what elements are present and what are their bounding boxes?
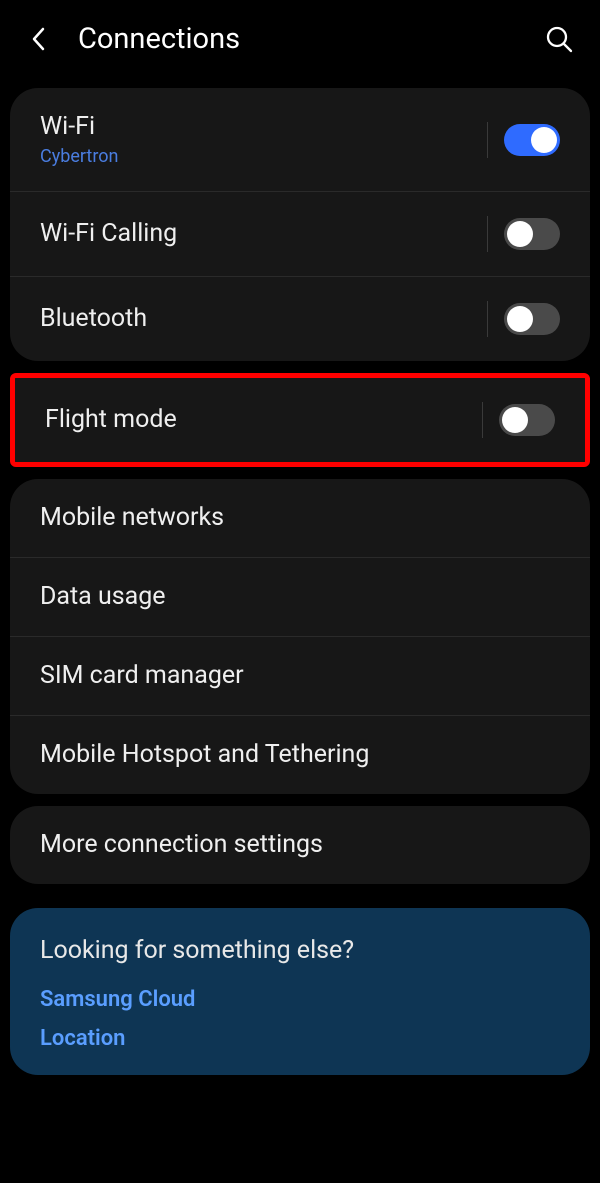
- mobile-networks-row[interactable]: Mobile networks: [10, 479, 590, 557]
- chevron-left-icon: [31, 27, 45, 51]
- flight-mode-highlight: Flight mode: [10, 373, 590, 467]
- divider: [487, 122, 488, 158]
- bluetooth-label: Bluetooth: [40, 304, 487, 334]
- data-usage-row[interactable]: Data usage: [10, 557, 590, 636]
- search-icon: [546, 26, 573, 53]
- wifi-network-name: Cybertron: [40, 146, 487, 167]
- flight-mode-toggle[interactable]: [499, 404, 555, 436]
- tip-link-samsung-cloud[interactable]: Samsung Cloud: [40, 987, 560, 1012]
- sim-card-manager-row[interactable]: SIM card manager: [10, 636, 590, 715]
- tip-title: Looking for something else?: [40, 936, 560, 965]
- wifi-calling-row[interactable]: Wi-Fi Calling: [10, 191, 590, 276]
- bluetooth-row[interactable]: Bluetooth: [10, 276, 590, 361]
- more-connection-settings-row[interactable]: More connection settings: [10, 806, 590, 884]
- wifi-calling-label: Wi-Fi Calling: [40, 219, 487, 249]
- wifi-label: Wi-Fi: [40, 112, 487, 142]
- more-connection-settings-label: More connection settings: [40, 830, 560, 860]
- wifi-row[interactable]: Wi-Fi Cybertron: [10, 88, 590, 191]
- flight-mode-label: Flight mode: [45, 405, 482, 435]
- flight-mode-row[interactable]: Flight mode: [15, 378, 585, 462]
- mobile-networks-label: Mobile networks: [40, 503, 560, 533]
- mobile-hotspot-row[interactable]: Mobile Hotspot and Tethering: [10, 715, 590, 794]
- sim-card-manager-label: SIM card manager: [40, 661, 560, 691]
- tip-panel: Looking for something else? Samsung Clou…: [10, 908, 590, 1075]
- wifi-calling-toggle[interactable]: [504, 218, 560, 250]
- divider: [482, 402, 483, 438]
- page-title: Connections: [78, 22, 544, 56]
- bluetooth-toggle[interactable]: [504, 303, 560, 335]
- mobile-hotspot-label: Mobile Hotspot and Tethering: [40, 740, 560, 770]
- wifi-toggle[interactable]: [504, 124, 560, 156]
- tip-link-location[interactable]: Location: [40, 1026, 560, 1051]
- back-button[interactable]: [26, 27, 50, 51]
- data-usage-label: Data usage: [40, 582, 560, 612]
- search-button[interactable]: [544, 24, 574, 54]
- divider: [487, 216, 488, 252]
- divider: [487, 301, 488, 337]
